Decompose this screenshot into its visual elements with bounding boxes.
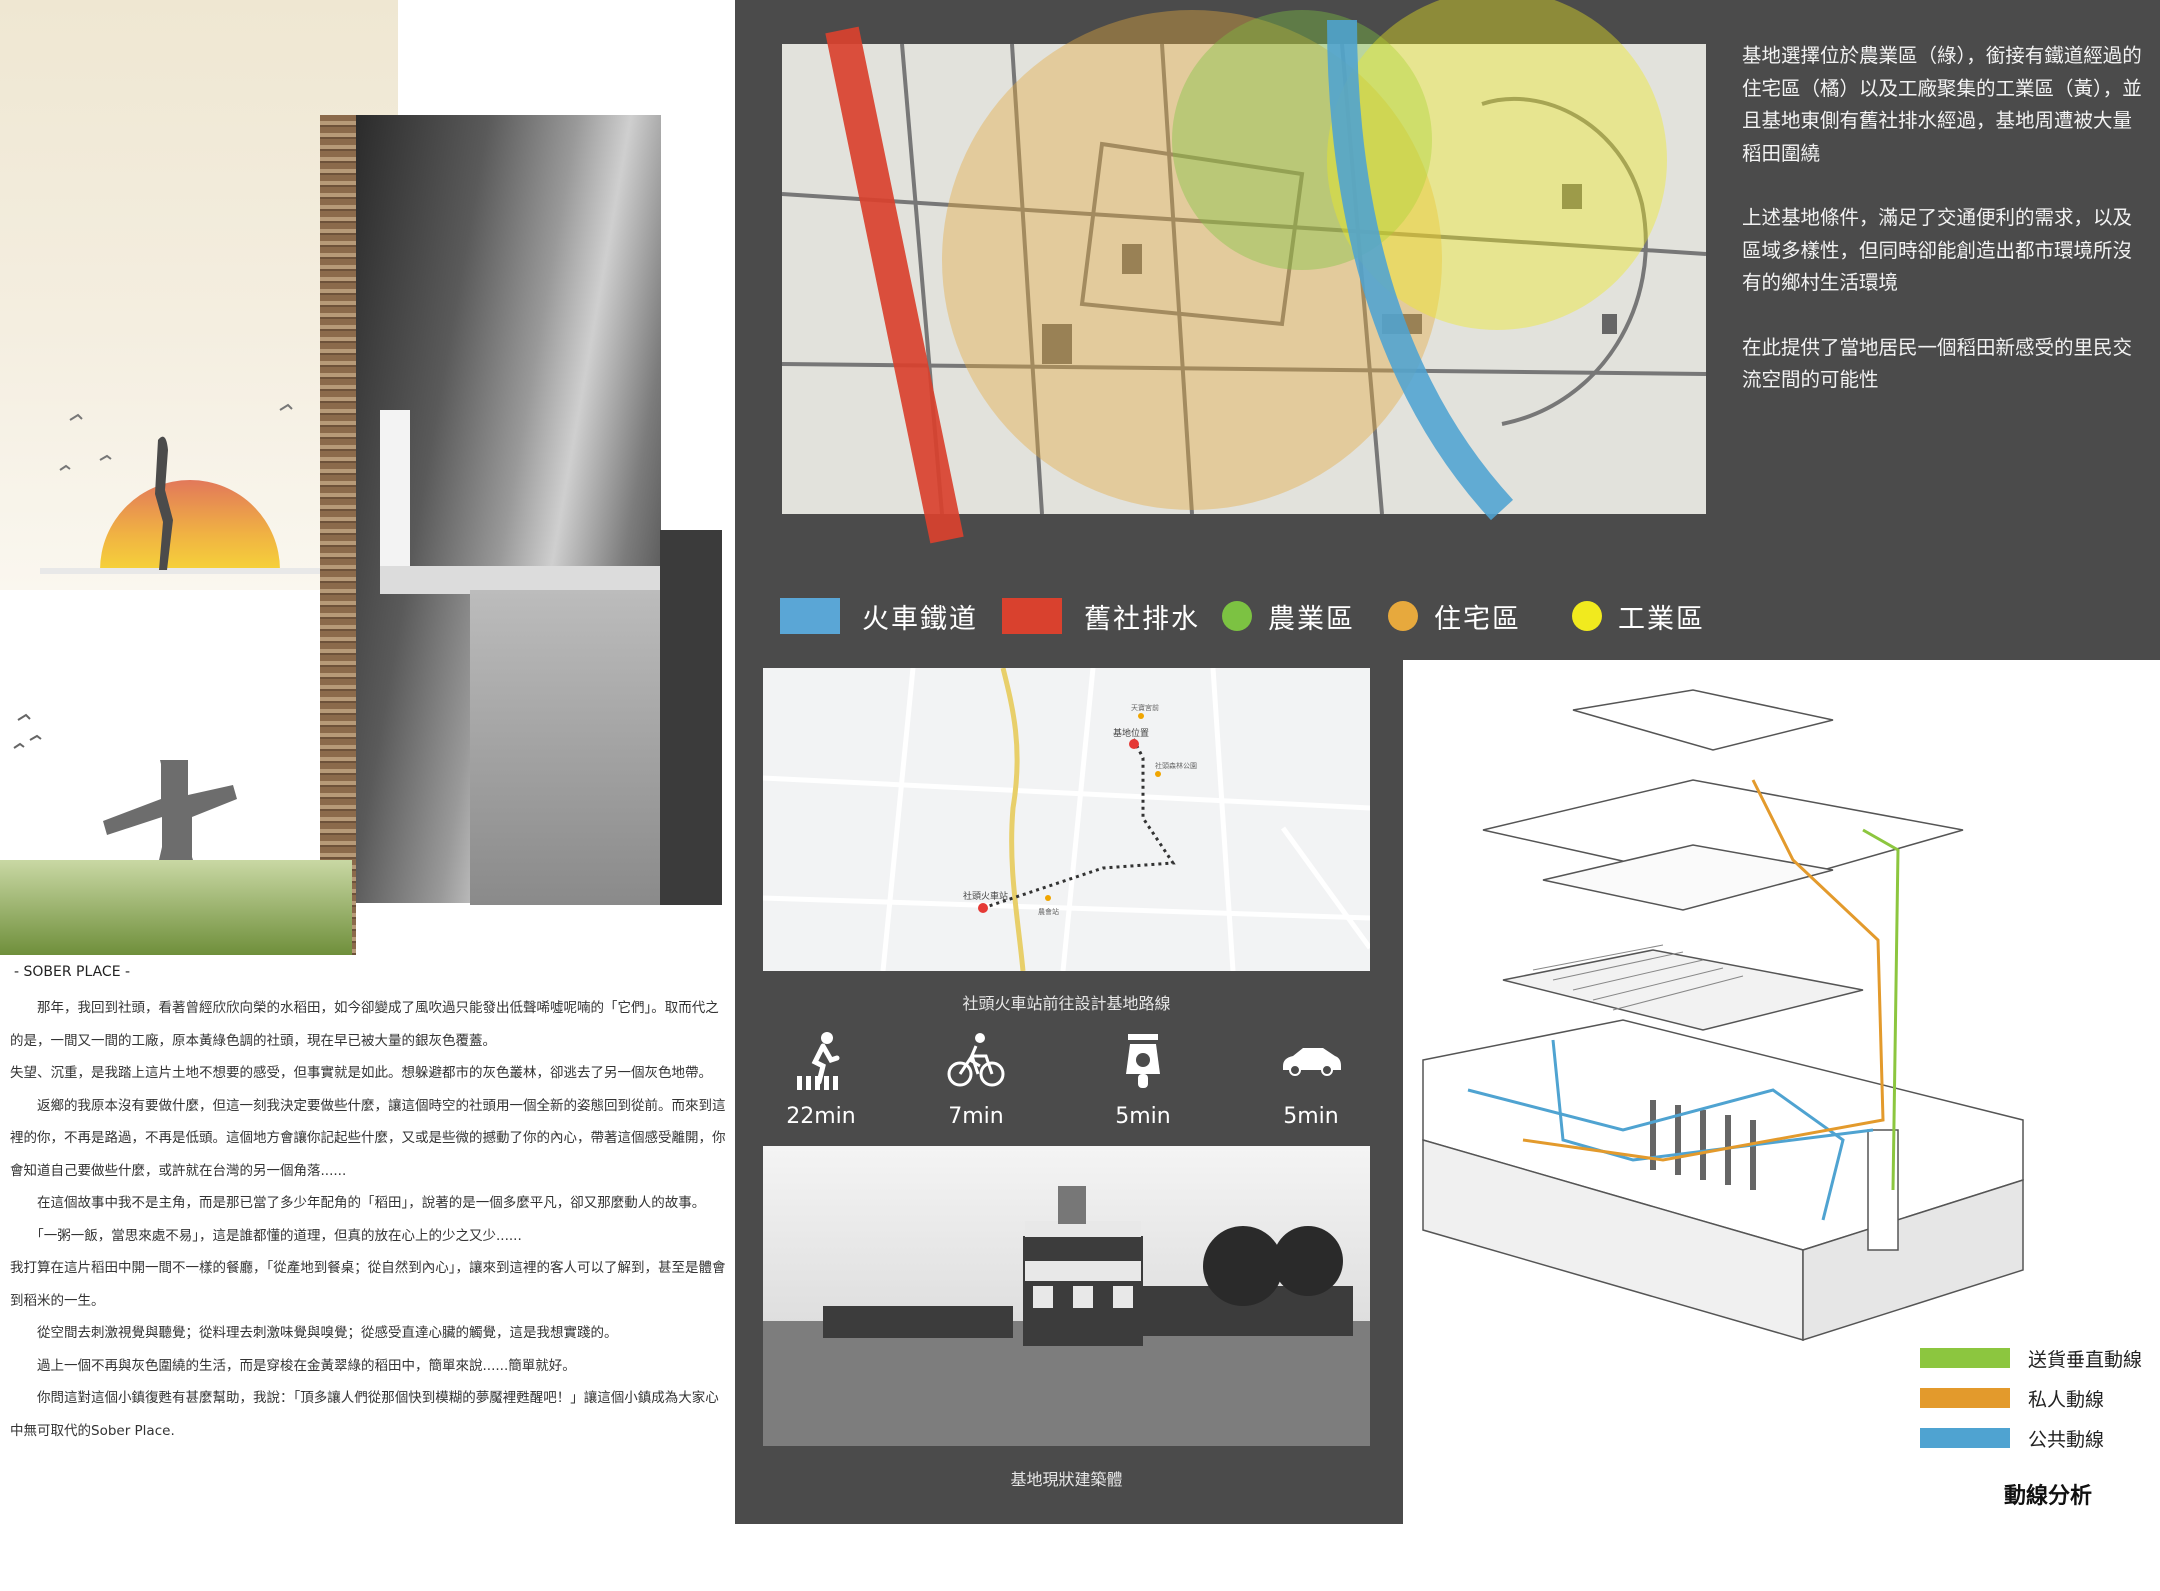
- site-description: 基地選擇位於農業區（綠），銜接有鐵道經過的住宅區（橘）以及工廠聚集的工業區（黃）…: [1742, 40, 2142, 429]
- legend-item-agri: 農業區: [1222, 596, 1355, 636]
- collage-image: [0, 0, 735, 955]
- route-label-poi-top: 天寶宮前: [1131, 703, 1159, 712]
- route-map-caption: 社頭火車站前往設計基地路線: [962, 994, 1171, 1013]
- legend-dot: [1572, 601, 1602, 631]
- legend-dot: [1388, 601, 1418, 631]
- circulation-legend-item: 私人動線: [1920, 1378, 2142, 1418]
- site-paragraph: 上述基地條件，滿足了交通便利的需求，以及區域多樣性，但同時卻能創造出都市環境所沒…: [1742, 206, 2133, 294]
- transport-scooter: 5min: [1068, 1030, 1218, 1129]
- story-paragraph: 失望、沉重，是我踏上這片土地不想要的感受，但事實就是如此。想躲避都市的灰色叢林，…: [10, 1065, 712, 1081]
- drain-band: [825, 26, 964, 544]
- site-photo-caption: 基地現狀建築體: [1010, 1470, 1123, 1489]
- transport-bicycle: 7min: [901, 1030, 1051, 1129]
- route-label-poi-low: 農會站: [1038, 907, 1059, 916]
- story-paragraph: 從空間去刺激視覺與聽覺；從料理去刺激味覺與嗅覺；從感受直達心臟的觸覺，這是我想實…: [10, 1325, 618, 1341]
- story-paragraph: 在這個故事中我不是主角，而是那已當了多少年配角的「稻田」，說著的是一個多麼平凡，…: [10, 1195, 706, 1211]
- corridor-path: [470, 590, 660, 905]
- story-paragraph: 你問這對這個小鎮復甦有甚麼幫助，我說：「頂多讓人們從那個快到模糊的夢魘裡甦醒吧！…: [10, 1390, 719, 1439]
- walk-icon: [797, 1032, 840, 1090]
- story-paragraph: 那年，我回到社頭，看著曾經欣欣向榮的水稻田，如今卻變成了風吹過只能發出低聲唏噓呢…: [10, 1000, 719, 1049]
- route-label-station: 社頭火車站: [963, 890, 1008, 902]
- legend-label: 火車鐵道: [862, 603, 978, 635]
- circulation-swatch: [1920, 1348, 2010, 1368]
- story-paragraph: 過上一個不再與灰色圍繞的生活，而是穿梭在金黃翠綠的稻田中，簡單來說......簡…: [10, 1357, 576, 1374]
- transport-time: 7min: [948, 1104, 1004, 1129]
- legend-label: 工業區: [1618, 603, 1705, 635]
- story-paragraph: 返鄉的我原本沒有要做什麼，但這一刻我決定要做些什麼，讓這個時空的社頭用一個全新的…: [10, 1097, 726, 1179]
- transport-time: 5min: [1283, 1104, 1339, 1129]
- sunset-illustration: [40, 403, 340, 574]
- circulation-swatch: [1920, 1388, 2010, 1408]
- bicycle-icon: [947, 1033, 1005, 1087]
- circulation-swatch: [1920, 1428, 2010, 1448]
- circulation-label: 私人動線: [2028, 1388, 2105, 1411]
- transport-walk: 22min: [746, 1030, 896, 1129]
- story-text: 那年，我回到社頭，看著曾經欣欣向榮的水稻田，如今卻變成了風吹過只能發出低聲唏噓呢…: [10, 992, 728, 1447]
- transport-time: 5min: [1115, 1104, 1171, 1129]
- transport-time: 22min: [786, 1104, 856, 1129]
- circulation-legend-item: 送貨垂直動線: [1920, 1338, 2142, 1378]
- legend-dot: [1222, 601, 1252, 631]
- legend-item-rail: 火車鐵道: [780, 596, 978, 636]
- legend-label: 住宅區: [1434, 603, 1521, 635]
- transport-car: 5min: [1236, 1030, 1386, 1129]
- story-paragraph: 我打算在這片稻田中開一間不一樣的餐廳，「從產地到餐桌；從自然到內心」，讓來到這裡…: [10, 1260, 726, 1309]
- legend-item-resi: 住宅區: [1388, 596, 1521, 636]
- circulation-label: 公共動線: [2028, 1428, 2105, 1451]
- story-title: - SOBER PLACE -: [14, 964, 131, 980]
- legend-label: 農業區: [1268, 603, 1355, 635]
- zoning-overlay: [825, 0, 1667, 544]
- zoning-legend: 火車鐵道 舊社排水 農業區 住宅區 工業區: [780, 596, 1740, 636]
- scooter-icon: [1126, 1034, 1160, 1088]
- axonometric-diagram: [1403, 660, 2160, 1380]
- site-paragraph: 基地選擇位於農業區（綠），銜接有鐵道經過的住宅區（橘）以及工廠聚集的工業區（黃）…: [1742, 44, 2142, 165]
- legend-swatch: [780, 598, 840, 634]
- site-photo: [763, 1146, 1370, 1446]
- circulation-legend: 送貨垂直動線 私人動線 公共動線: [1920, 1338, 2142, 1458]
- legend-swatch: [1002, 598, 1062, 634]
- car-icon: [1283, 1048, 1341, 1076]
- legend-item-ind: 工業區: [1572, 596, 1705, 636]
- story-paragraph: 「一粥一飯，當思來處不易」，這是誰都懂的道理，但真的放在心上的少之又少.....…: [10, 1227, 522, 1244]
- legend-item-drain: 舊社排水: [1002, 596, 1200, 636]
- site-paragraph: 在此提供了當地居民一個稻田新感受的里民交流空間的可能性: [1742, 335, 2133, 392]
- rice-field-foreground: [0, 860, 352, 955]
- corridor-window: [380, 410, 410, 570]
- route-label-site: 基地位置: [1113, 727, 1149, 739]
- route-map: 社頭火車站 基地位置 天寶宮前 社頭森林公園 農會站: [763, 668, 1370, 971]
- circulation-legend-item: 公共動線: [1920, 1418, 2142, 1458]
- main-road: [1000, 668, 1026, 971]
- legend-label: 舊社排水: [1084, 603, 1200, 635]
- corridor-wall-right: [660, 530, 722, 905]
- route-label-poi-mid: 社頭森林公園: [1155, 761, 1197, 770]
- circulation-title: 動線分析: [2004, 1484, 2093, 1509]
- circulation-label: 送貨垂直動線: [2028, 1348, 2143, 1371]
